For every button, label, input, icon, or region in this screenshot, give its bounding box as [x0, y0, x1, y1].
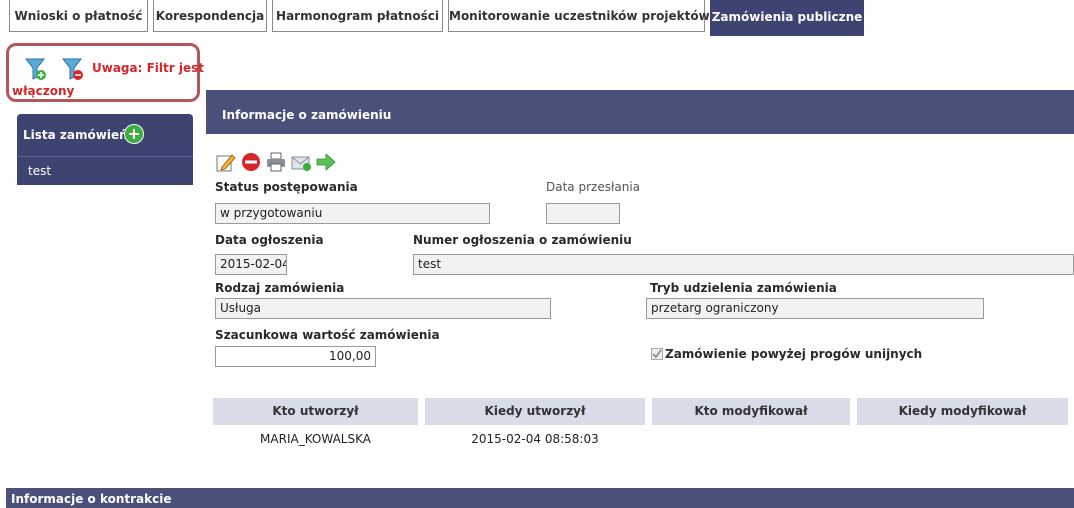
modified-at-cell [857, 432, 1068, 448]
delete-icon[interactable] [241, 152, 261, 172]
order-list-header: Lista zamówień [17, 114, 193, 156]
filter-panel: Uwaga: Filtr jest włączony [6, 43, 204, 102]
tab-bar: Wnioski o płatność Korespondencja Harmon… [0, 0, 1074, 38]
checkmark-icon [652, 349, 662, 359]
mode-label: Tryb udzielenia zamówienia [650, 281, 837, 295]
order-list-item[interactable]: test [17, 156, 193, 185]
forward-arrow-icon[interactable] [316, 152, 336, 172]
contract-info-header: Informacje o kontrakcie [6, 488, 1074, 508]
edit-icon[interactable] [216, 152, 236, 172]
announce-number-label: Numer ogłoszenia o zamówieniu [413, 233, 632, 247]
estimated-value-field[interactable]: 100,00 [215, 346, 376, 367]
sent-date-label: Data przesłania [546, 180, 641, 194]
tab-payment-schedule[interactable]: Harmonogram płatności [272, 0, 443, 32]
tab-payment-requests[interactable]: Wnioski o płatność [9, 0, 148, 32]
filter-remove-icon[interactable] [62, 57, 84, 81]
mode-field[interactable]: przetarg ograniczony [646, 298, 984, 319]
created-by-cell: MARIA_KOWALSKA [260, 432, 371, 446]
status-label: Status postępowania [215, 180, 358, 194]
print-icon[interactable] [266, 152, 286, 172]
announce-date-label: Data ogłoszenia [215, 233, 324, 247]
announce-date-field[interactable]: 2015-02-04 [215, 254, 287, 275]
order-list-title: Lista zamówień [23, 128, 128, 142]
status-field[interactable]: w przygotowaniu [215, 203, 490, 224]
filter-warning-text-continued: włączony [12, 84, 75, 98]
order-info-title: Informacje o zamówieniu [222, 108, 392, 122]
created-at-cell: 2015-02-04 08:58:03 [471, 432, 599, 446]
order-type-label: Rodzaj zamówienia [215, 281, 345, 295]
sent-date-field[interactable] [546, 203, 620, 224]
modified-by-header: Kto modyfikował [652, 398, 850, 425]
tab-correspondence[interactable]: Korespondencja [153, 0, 267, 32]
created-by-header: Kto utworzył [213, 398, 418, 425]
announce-number-field[interactable]: test [413, 254, 1074, 275]
modified-at-header: Kiedy modyfikował [857, 398, 1068, 425]
created-at-header: Kiedy utworzył [425, 398, 645, 425]
tab-public-procurement[interactable]: Zamówienia publiczne [710, 0, 864, 36]
filter-warning-text: Uwaga: Filtr jest [92, 61, 204, 75]
send-mail-icon[interactable] [291, 152, 311, 172]
tab-participant-monitoring[interactable]: Monitorowanie uczestników projektów [448, 0, 710, 32]
estimated-value-label: Szacunkowa wartość zamówienia [215, 328, 440, 342]
above-eu-checkbox[interactable] [651, 348, 663, 360]
order-info-header: Informacje o zamówieniu [206, 90, 1074, 134]
contract-info-title: Informacje o kontrakcie [11, 492, 172, 506]
order-type-field[interactable]: Usługa [215, 298, 551, 319]
filter-add-icon[interactable] [25, 57, 47, 81]
modified-by-cell [652, 432, 850, 448]
above-eu-label: Zamówienie powyżej progów unijnych [665, 347, 923, 361]
plus-circle-icon[interactable] [124, 124, 144, 144]
